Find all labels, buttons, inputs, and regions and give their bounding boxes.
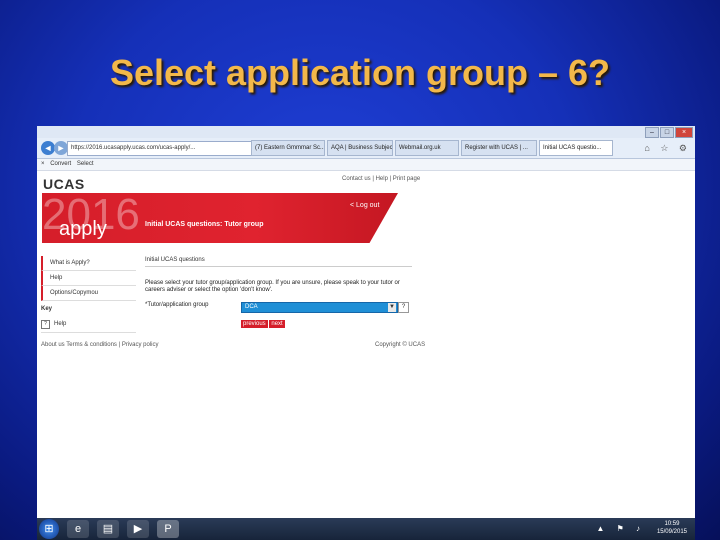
- tab-register-ucas[interactable]: Register with UCAS | ...: [461, 140, 537, 156]
- address-row: ◄ ► https://2016.ucasapply.ucas.com/ucas…: [37, 138, 695, 159]
- key-help-label: Help: [54, 321, 67, 327]
- section-heading: Initial UCAS questions: [145, 257, 412, 267]
- tab-eastern[interactable]: (7) Eastern Gmmmar Sc...: [251, 140, 325, 156]
- back-button[interactable]: ◄: [41, 141, 55, 155]
- key-label: Key: [41, 306, 53, 312]
- tab-initial-ucas[interactable]: Initial UCAS questio...: [539, 140, 613, 156]
- browser-tools-icons[interactable]: ⌂ ☆ ⚙: [644, 143, 691, 154]
- instructions: Please select your tutor group/applicati…: [145, 280, 400, 293]
- slide-title: Select application group – 6?: [109, 52, 611, 93]
- start-button[interactable]: ⊞: [39, 519, 59, 539]
- top-links[interactable]: Contact us | Help | Print page: [342, 176, 420, 182]
- sidebar-item-options[interactable]: Options/Copymou: [41, 286, 136, 301]
- nav-buttons: previous next: [241, 320, 285, 328]
- tab-webmail[interactable]: Webmail.org.uk: [395, 140, 459, 156]
- tutor-group-select[interactable]: DCA ▼: [241, 302, 398, 313]
- tutor-group-label: *Tutor/application group: [145, 302, 209, 308]
- previous-button[interactable]: previous: [241, 320, 268, 328]
- convert-button[interactable]: Convert: [50, 161, 71, 167]
- minimize-button[interactable]: –: [645, 127, 659, 138]
- command-bar: × Convert Select: [37, 159, 695, 171]
- taskbar-clock[interactable]: 10:59 15/09/2015: [657, 520, 687, 536]
- taskbar: ⊞ e ▤ ▶ P ▲ ⚑ ♪ 10:59 15/09/2015: [37, 518, 695, 540]
- select-button[interactable]: Select: [77, 161, 94, 167]
- clock-date: 15/09/2015: [656, 529, 687, 535]
- window-controls: – □ ×: [645, 127, 693, 138]
- logout-link[interactable]: < Log out: [350, 202, 379, 209]
- taskbar-media-icon[interactable]: ▶: [127, 520, 149, 538]
- chevron-down-icon[interactable]: ▼: [388, 303, 396, 312]
- forward-button[interactable]: ►: [54, 141, 68, 155]
- address-bar[interactable]: https://2016.ucasapply.ucas.com/ucas-app…: [67, 141, 252, 156]
- sidebar-item-help[interactable]: Help: [41, 271, 136, 286]
- footer-links[interactable]: About us Terms & conditions | Privacy po…: [41, 342, 159, 348]
- taskbar-ie-icon[interactable]: e: [67, 520, 89, 538]
- taskbar-explorer-icon[interactable]: ▤: [97, 520, 119, 538]
- system-tray-icons[interactable]: ▲ ⚑ ♪: [596, 524, 645, 533]
- taskbar-powerpoint-icon[interactable]: P: [157, 520, 179, 538]
- screenshot: – □ × ◄ ► https://2016.ucasapply.ucas.co…: [37, 126, 695, 540]
- sidebar: What is Apply? Help Options/Copymou: [41, 256, 136, 301]
- sidebar-item-what-is-apply[interactable]: What is Apply?: [41, 256, 136, 271]
- maximize-button[interactable]: □: [660, 127, 674, 138]
- banner-apply: apply: [59, 218, 107, 240]
- key-help-row: ? Help: [41, 320, 136, 333]
- tab-aqa[interactable]: AQA | Business Subject...: [327, 140, 393, 156]
- tutor-group-value: DCA: [245, 304, 258, 310]
- window-titlebar: – □ ×: [37, 126, 695, 138]
- close-window-button[interactable]: ×: [675, 127, 693, 138]
- help-icon: ?: [41, 320, 50, 329]
- next-button[interactable]: next: [269, 320, 285, 328]
- banner-title: Initial UCAS questions: Tutor group: [145, 221, 264, 228]
- close-toolbar-icon[interactable]: ×: [41, 161, 45, 167]
- clock-time: 10:59: [664, 521, 680, 527]
- field-help-icon[interactable]: ?: [398, 302, 409, 313]
- tab-strip: (7) Eastern Gmmmar Sc... AQA | Business …: [251, 140, 615, 156]
- copyright: Copyright © UCAS: [375, 342, 426, 348]
